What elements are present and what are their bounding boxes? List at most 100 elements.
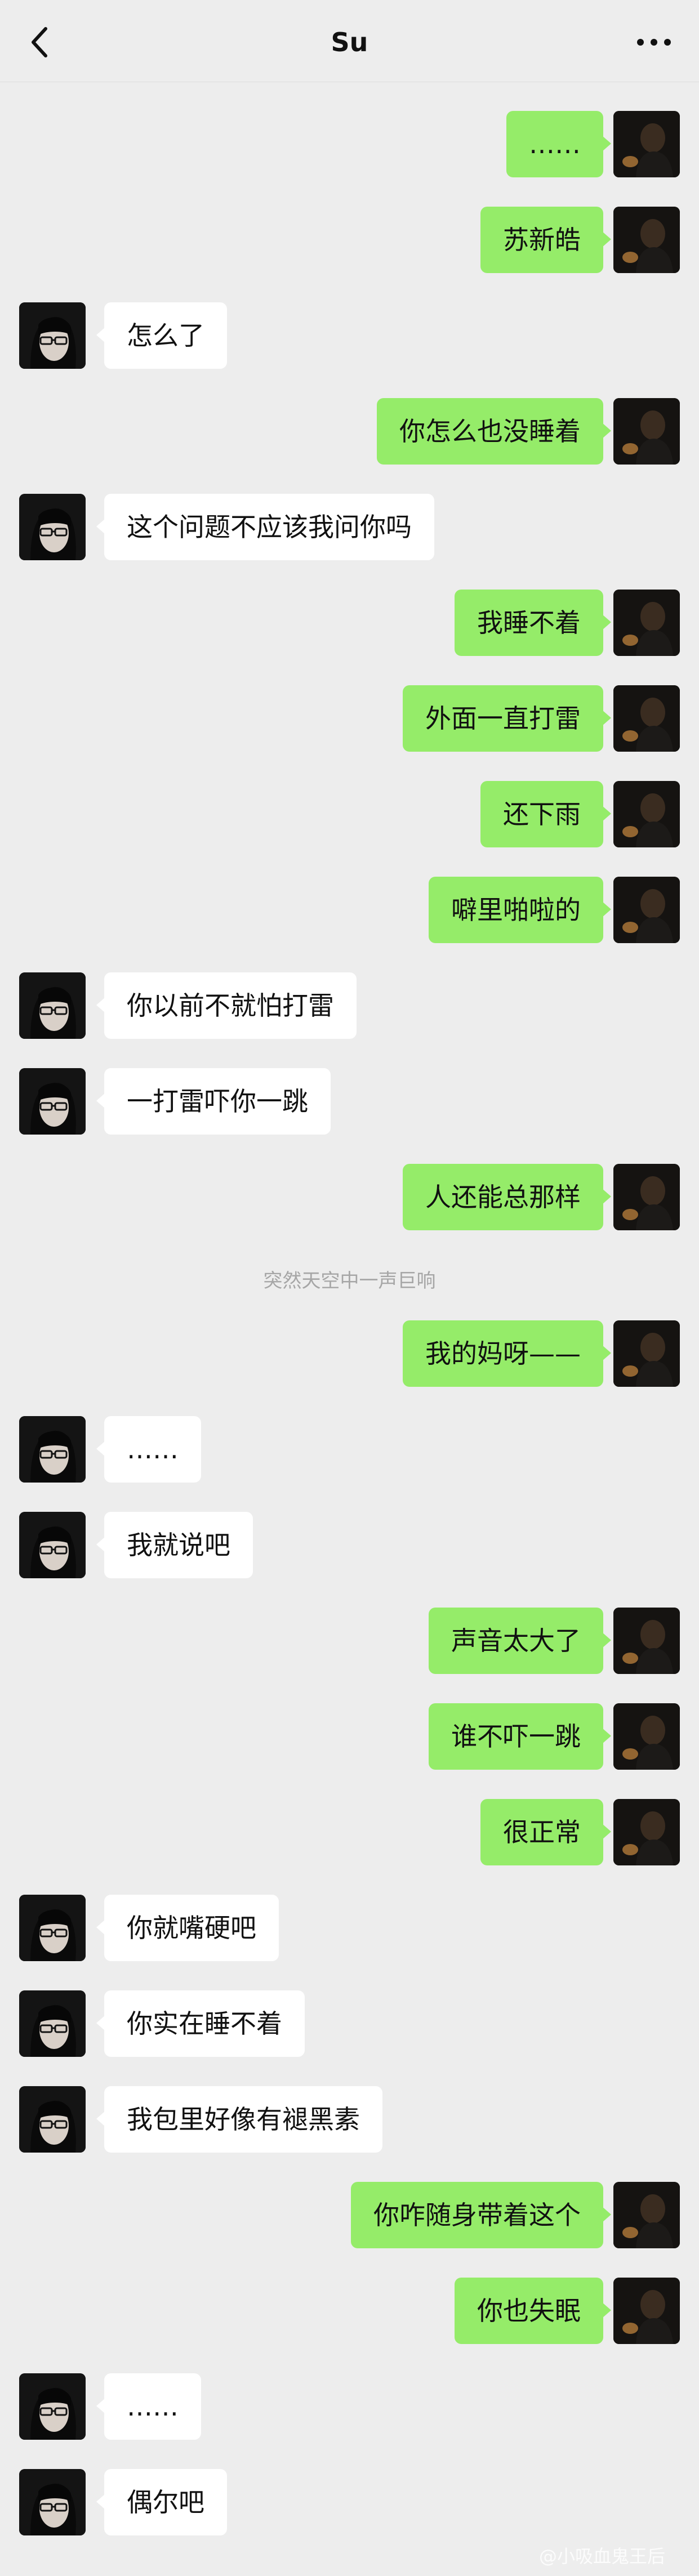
received-message-bubble[interactable]: …… [96,1416,201,1483]
sent-message-bubble[interactable]: 你怎么也没睡着 [377,398,611,465]
my-avatar[interactable] [613,1320,680,1387]
message-row-received: 你实在睡不着 [0,1990,699,2057]
message-row-sent: 谁不吓一跳 [0,1703,699,1770]
message-row-sent: 外面一直打雷 [0,685,699,752]
sent-message-bubble[interactable]: 还下雨 [480,781,611,847]
received-message-bubble[interactable]: 怎么了 [96,302,227,369]
person-glasses-icon [19,2469,86,2535]
contact-avatar[interactable] [19,2373,86,2440]
person-photo-icon [613,207,680,273]
received-message-bubble[interactable]: 你就嘴硬吧 [96,1895,279,1961]
person-photo-icon [613,2182,680,2248]
received-message-bubble[interactable]: 我就说吧 [96,1512,253,1578]
person-photo-icon [613,1799,680,1865]
chat-title: Su [331,27,368,57]
my-avatar[interactable] [613,2278,680,2344]
received-message-bubble[interactable]: 我包里好像有褪黑素 [96,2086,382,2153]
person-glasses-icon [19,302,86,369]
person-glasses-icon [19,2086,86,2153]
person-glasses-icon [19,494,86,560]
sent-message-bubble[interactable]: 你也失眠 [455,2278,611,2344]
person-photo-icon [613,877,680,943]
person-photo-icon [613,685,680,752]
contact-avatar[interactable] [19,494,86,560]
contact-avatar[interactable] [19,2469,86,2535]
contact-avatar[interactable] [19,972,86,1039]
sent-message-bubble[interactable]: 我睡不着 [455,590,611,656]
system-notice: 突然天空中一声巨响 [263,1270,436,1292]
message-row-received: 你就嘴硬吧 [0,1895,699,1961]
sent-message-bubble[interactable]: 苏新皓 [480,207,611,273]
message-row-sent: 你咋随身带着这个 [0,2182,699,2248]
message-row-sent: 很正常 [0,1799,699,1865]
sent-message-bubble[interactable]: 外面一直打雷 [403,685,611,752]
my-avatar[interactable] [613,1703,680,1770]
sent-message-bubble[interactable]: 我的妈呀—— [403,1320,611,1387]
message-row-sent: 人还能总那样 [0,1164,699,1230]
person-glasses-icon [19,1068,86,1135]
message-row-sent: 还下雨 [0,781,699,847]
person-photo-icon [613,1320,680,1387]
message-row-received: …… [0,2373,699,2440]
message-row-sent: …… [0,111,699,177]
person-photo-icon [613,781,680,847]
contact-avatar[interactable] [19,1512,86,1578]
received-message-bubble[interactable]: 偶尔吧 [96,2469,227,2535]
received-message-bubble[interactable]: 这个问题不应该我问你吗 [96,494,434,560]
sent-message-bubble[interactable]: 谁不吓一跳 [429,1703,611,1770]
my-avatar[interactable] [613,1799,680,1865]
contact-avatar[interactable] [19,302,86,369]
person-photo-icon [613,1703,680,1770]
watermark: @小吸血鬼王后 [538,2546,665,2567]
my-avatar[interactable] [613,685,680,752]
more-button[interactable] [631,23,676,62]
message-row-received: 偶尔吧 [0,2469,699,2535]
sent-message-bubble[interactable]: …… [506,111,611,177]
contact-avatar[interactable] [19,1416,86,1483]
person-glasses-icon [19,972,86,1039]
my-avatar[interactable] [613,111,680,177]
message-row-received: 你以前不就怕打雷 [0,972,699,1039]
person-photo-icon [613,398,680,465]
contact-avatar[interactable] [19,1068,86,1135]
message-row-received: …… [0,1416,699,1483]
person-glasses-icon [19,1990,86,2057]
my-avatar[interactable] [613,877,680,943]
chat-header: Su [0,0,699,82]
person-photo-icon [613,111,680,177]
sent-message-bubble[interactable]: 人还能总那样 [403,1164,611,1230]
message-row-received: 我就说吧 [0,1512,699,1578]
person-glasses-icon [19,1416,86,1483]
my-avatar[interactable] [613,398,680,465]
person-photo-icon [613,2278,680,2344]
person-glasses-icon [19,1895,86,1961]
more-dots-icon [637,39,671,46]
message-row-sent: 你也失眠 [0,2278,699,2344]
my-avatar[interactable] [613,781,680,847]
contact-avatar[interactable] [19,2086,86,2153]
sent-message-bubble[interactable]: 你咋随身带着这个 [351,2182,611,2248]
my-avatar[interactable] [613,207,680,273]
my-avatar[interactable] [613,1164,680,1230]
received-message-bubble[interactable]: …… [96,2373,201,2440]
message-row-sent: 你怎么也没睡着 [0,398,699,465]
my-avatar[interactable] [613,1608,680,1674]
sent-message-bubble[interactable]: 噼里啪啦的 [429,877,611,943]
received-message-bubble[interactable]: 你以前不就怕打雷 [96,972,357,1039]
person-photo-icon [613,1608,680,1674]
my-avatar[interactable] [613,2182,680,2248]
message-row-sent: 我的妈呀—— [0,1320,699,1387]
message-row-received: 我包里好像有褪黑素 [0,2086,699,2153]
received-message-bubble[interactable]: 你实在睡不着 [96,1990,305,2057]
message-row-received: 怎么了 [0,302,699,369]
person-photo-icon [613,590,680,656]
sent-message-bubble[interactable]: 很正常 [480,1799,611,1865]
sent-message-bubble[interactable]: 声音太大了 [429,1608,611,1674]
message-row-sent: 噼里啪啦的 [0,877,699,943]
contact-avatar[interactable] [19,1990,86,2057]
my-avatar[interactable] [613,590,680,656]
person-photo-icon [613,1164,680,1230]
contact-avatar[interactable] [19,1895,86,1961]
person-glasses-icon [19,1512,86,1578]
received-message-bubble[interactable]: 一打雷吓你一跳 [96,1068,331,1135]
